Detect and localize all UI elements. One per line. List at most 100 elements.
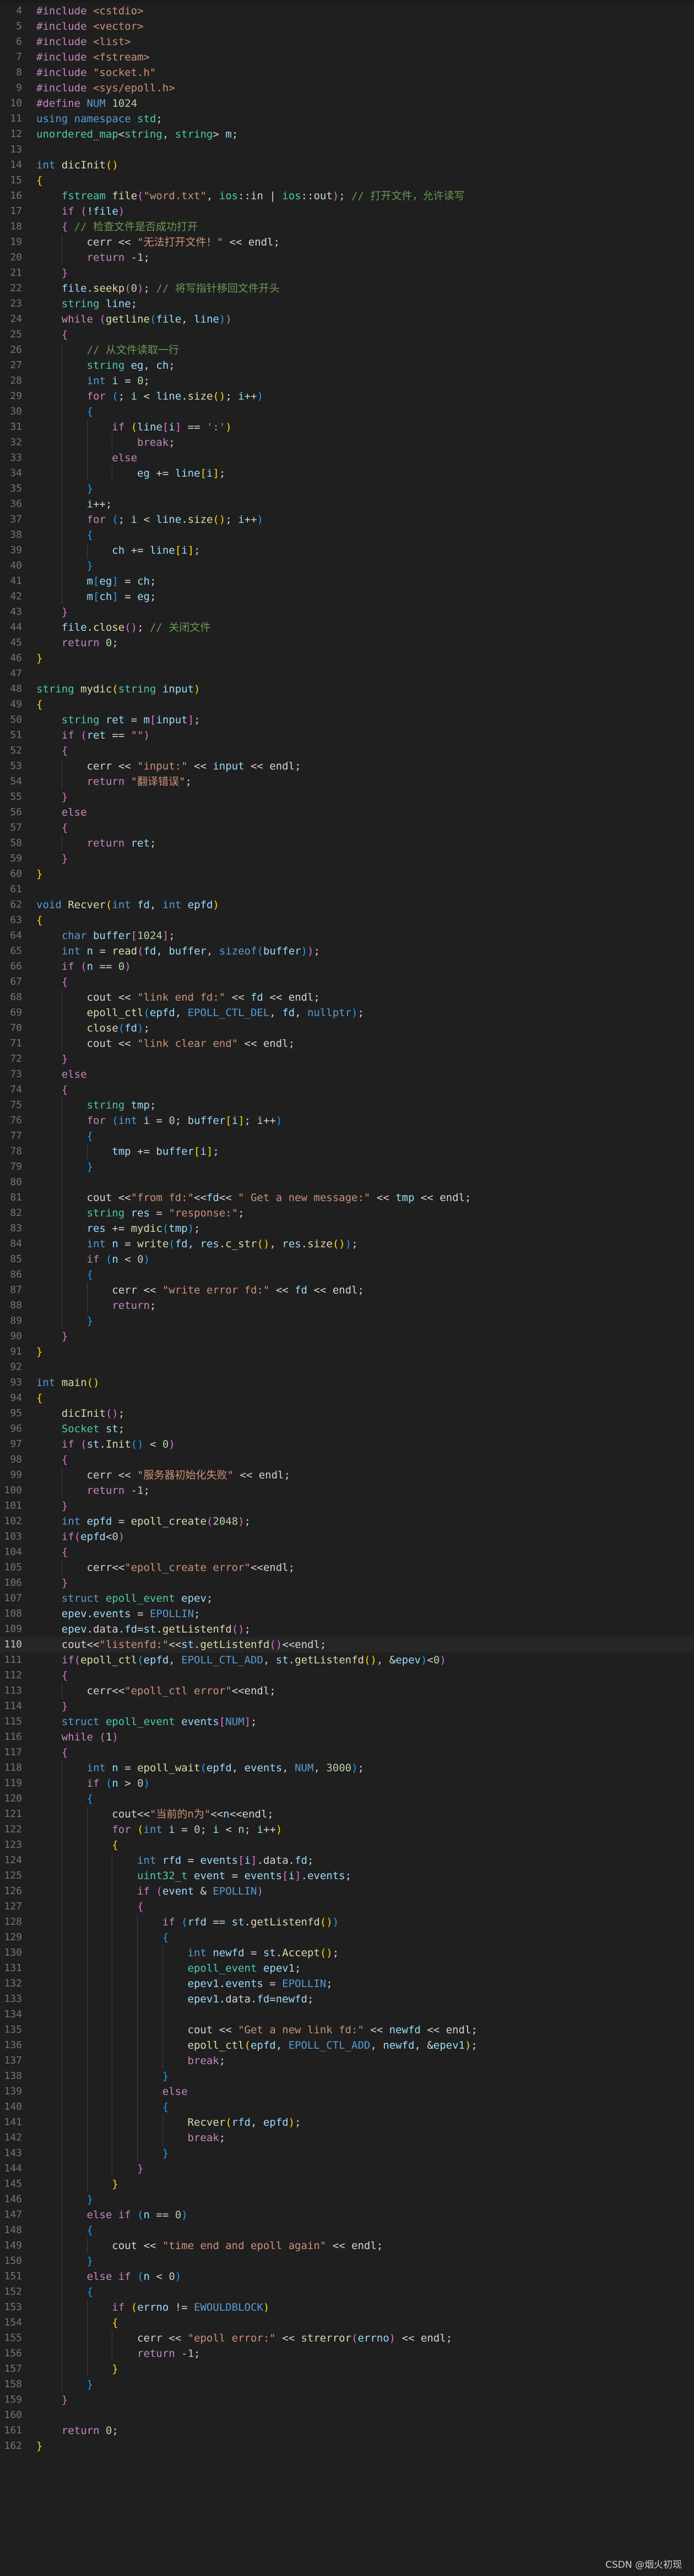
code-line[interactable]: 91} (0, 1344, 694, 1360)
code-line[interactable]: 58 return ret; (0, 836, 694, 851)
code-line[interactable]: 126 if (event & EPOLLIN) (0, 1884, 694, 1899)
code-line[interactable]: 44 file.close(); // 关闭文件 (0, 620, 694, 635)
code-line[interactable]: 115 struct epoll_event events[NUM]; (0, 1714, 694, 1729)
code-line[interactable]: 69 epoll_ctl(epfd, EPOLL_CTL_DEL, fd, nu… (0, 1005, 694, 1020)
code-line[interactable]: 37 for (; i < line.size(); i++) (0, 512, 694, 527)
code-line[interactable]: 153 if (errno != EWOULDBLOCK) (0, 2300, 694, 2315)
code-line[interactable]: 26 // 从文件读取一行 (0, 342, 694, 358)
code-line[interactable]: 19 cerr << "无法打开文件！" << endl; (0, 234, 694, 250)
code-line[interactable]: 23 string line; (0, 296, 694, 312)
code-line[interactable]: 156 return -1; (0, 2346, 694, 2361)
code-line[interactable]: 75 string tmp; (0, 1098, 694, 1113)
code-line[interactable]: 132 epev1.events = EPOLLIN; (0, 1976, 694, 1991)
code-line[interactable]: 5 #include <vector> (0, 19, 694, 34)
code-line[interactable]: 70 close(fd); (0, 1020, 694, 1036)
code-line[interactable]: 144 } (0, 2161, 694, 2176)
code-line[interactable]: 14 int dicInit() (0, 157, 694, 173)
code-line[interactable]: 116 while (1) (0, 1729, 694, 1745)
code-line[interactable]: 130 int newfd = st.Accept(); (0, 1945, 694, 1961)
code-line[interactable]: 43 } (0, 604, 694, 620)
code-line[interactable]: 94 { (0, 1390, 694, 1406)
code-line[interactable]: 143 } (0, 2146, 694, 2161)
code-line[interactable]: 63 { (0, 913, 694, 928)
code-line[interactable]: 24 while (getline(file, line)) (0, 312, 694, 327)
code-line[interactable]: 162} (0, 2438, 694, 2454)
code-line[interactable]: 11 using namespace std; (0, 111, 694, 127)
code-line[interactable]: 88 return; (0, 1298, 694, 1313)
code-line[interactable]: 46} (0, 651, 694, 666)
code-line[interactable]: 112 { (0, 1668, 694, 1683)
code-line[interactable]: 106 } (0, 1575, 694, 1591)
code-line[interactable]: 113 cerr<<"epoll_ctl error"<<endl; (0, 1683, 694, 1699)
code-line[interactable]: 71 cout << "link clear end" << endl; (0, 1036, 694, 1051)
code-line[interactable]: 110 cout<<"listenfd:"<<st.getListenfd()<… (0, 1637, 694, 1652)
code-line[interactable]: 31 if (line[i] == ':') (0, 419, 694, 435)
code-line[interactable]: 123 { (0, 1837, 694, 1853)
code-line[interactable]: 147 else if (n == 0) (0, 2207, 694, 2223)
code-line[interactable]: 137 break; (0, 2053, 694, 2069)
code-line[interactable]: 96 Socket st; (0, 1421, 694, 1437)
code-line[interactable]: 104 { (0, 1544, 694, 1560)
code-line[interactable]: 134 (0, 2007, 694, 2022)
code-line[interactable]: 136 epoll_ctl(epfd, EPOLL_CTL_ADD, newfd… (0, 2038, 694, 2053)
code-line[interactable]: 68 cout << "link end fd:" << fd << endl; (0, 990, 694, 1005)
code-line[interactable]: 42 m[ch] = eg; (0, 589, 694, 604)
code-line[interactable]: 135 cout << "Get a new link fd:" << newf… (0, 2022, 694, 2038)
code-line[interactable]: 83 res += mydic(tmp); (0, 1221, 694, 1236)
code-line[interactable]: 93 int main() (0, 1375, 694, 1390)
code-line[interactable]: 146 } (0, 2192, 694, 2207)
code-line[interactable]: 10 #define NUM 1024 (0, 96, 694, 111)
code-line[interactable]: 121 cout<<"当前的n为"<<n<<endl; (0, 1807, 694, 1822)
code-line[interactable]: 140 { (0, 2099, 694, 2115)
code-line[interactable]: 141 Recver(rfd, epfd); (0, 2115, 694, 2130)
code-line[interactable]: 4 #include <cstdio> (0, 3, 694, 19)
code-line[interactable]: 34 eg += line[i]; (0, 466, 694, 481)
code-line[interactable]: 22 file.seekp(0); // 将写指针移回文件开头 (0, 281, 694, 296)
code-line[interactable]: 65 int n = read(fd, buffer, sizeof(buffe… (0, 943, 694, 959)
code-line[interactable]: 89 } (0, 1313, 694, 1329)
code-line[interactable]: 39 ch += line[i]; (0, 543, 694, 558)
code-line[interactable]: 155 cerr << "epoll error:" << strerror(e… (0, 2331, 694, 2346)
code-line[interactable]: 33 else (0, 450, 694, 466)
code-line[interactable]: 142 break; (0, 2130, 694, 2146)
code-line[interactable]: 154 { (0, 2315, 694, 2331)
code-line[interactable]: 98 { (0, 1452, 694, 1467)
code-line[interactable]: 90 } (0, 1329, 694, 1344)
code-line[interactable]: 152 { (0, 2284, 694, 2300)
code-line[interactable]: 145 } (0, 2176, 694, 2192)
code-line[interactable]: 78 tmp += buffer[i]; (0, 1144, 694, 1159)
code-line[interactable]: 57 { (0, 820, 694, 836)
code-line[interactable]: 87 cerr << "write error fd:" << fd << en… (0, 1282, 694, 1298)
code-line[interactable]: 86 { (0, 1267, 694, 1282)
code-line[interactable]: 131 epoll_event epev1; (0, 1961, 694, 1976)
code-line[interactable]: 55 } (0, 789, 694, 805)
code-line[interactable]: 80 (0, 1175, 694, 1190)
code-line[interactable]: 72 } (0, 1051, 694, 1067)
code-line[interactable]: 119 if (n > 0) (0, 1776, 694, 1791)
code-line[interactable]: 50 string ret = m[input]; (0, 712, 694, 728)
code-line[interactable]: 47 (0, 666, 694, 681)
code-line[interactable]: 102 int epfd = epoll_create(2048); (0, 1514, 694, 1529)
code-line[interactable]: 45 return 0; (0, 635, 694, 651)
code-line[interactable]: 95 dicInit(); (0, 1406, 694, 1421)
code-line[interactable]: 38 { (0, 527, 694, 543)
code-line[interactable]: 103 if(epfd<0) (0, 1529, 694, 1544)
code-line[interactable]: 114 } (0, 1699, 694, 1714)
code-line[interactable]: 6 #include <list> (0, 34, 694, 50)
code-line[interactable]: 25 { (0, 327, 694, 342)
code-line[interactable]: 120 { (0, 1791, 694, 1807)
code-line[interactable]: 61 (0, 882, 694, 897)
code-line[interactable]: 27 string eg, ch; (0, 358, 694, 373)
code-line[interactable]: 13 (0, 142, 694, 157)
code-line[interactable]: 117 { (0, 1745, 694, 1760)
code-line[interactable]: 49 { (0, 697, 694, 712)
code-line[interactable]: 56 else (0, 805, 694, 820)
code-line[interactable]: 138 } (0, 2069, 694, 2084)
code-line[interactable]: 67 { (0, 974, 694, 990)
code-line[interactable]: 108 epev.events = EPOLLIN; (0, 1606, 694, 1622)
code-line[interactable]: 118 int n = epoll_wait(epfd, events, NUM… (0, 1760, 694, 1776)
code-line[interactable]: 128 if (rfd == st.getListenfd()) (0, 1914, 694, 1930)
code-line[interactable]: 9 #include <sys/epoll.h> (0, 80, 694, 96)
code-line[interactable]: 29 for (; i < line.size(); i++) (0, 389, 694, 404)
code-line[interactable]: 157 } (0, 2361, 694, 2377)
